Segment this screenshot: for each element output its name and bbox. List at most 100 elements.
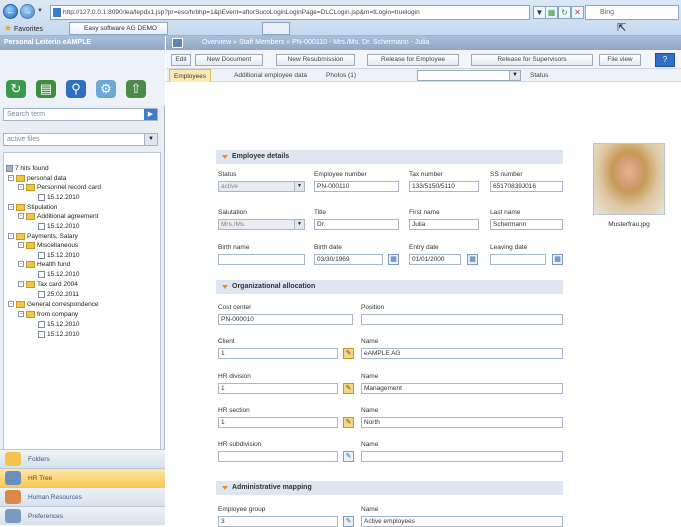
salutation-select[interactable]: Mrs./Ms. ▼ bbox=[218, 219, 305, 230]
tree-item[interactable]: - from company bbox=[18, 310, 78, 319]
tree-item[interactable]: 15.12.2010 bbox=[38, 193, 80, 202]
file-view-button[interactable]: File view bbox=[599, 54, 641, 66]
chevron-down-icon[interactable]: ▼ bbox=[294, 220, 304, 229]
chevron-down-icon[interactable]: ▼ bbox=[509, 71, 520, 80]
leaving-date-field[interactable] bbox=[490, 254, 546, 265]
help-button[interactable]: ? bbox=[655, 53, 675, 67]
collapse-icon[interactable]: - bbox=[18, 281, 24, 288]
new-document-button[interactable]: New Document bbox=[195, 54, 263, 66]
employee-photo[interactable] bbox=[593, 143, 665, 215]
tree-item[interactable]: 15.12.2010 bbox=[38, 270, 80, 279]
employee-group-name-field[interactable]: Active employees bbox=[361, 516, 563, 527]
forward-icon[interactable]: → bbox=[20, 4, 35, 19]
cost-center-field[interactable]: PN-000010 bbox=[218, 314, 353, 325]
tree-item[interactable]: 15.12.2010 bbox=[38, 320, 80, 329]
last-name-field[interactable]: Schermann bbox=[490, 219, 563, 230]
tab-select[interactable]: ▼ bbox=[417, 70, 521, 81]
address-bar[interactable]: http://127.0.0.1:8090/lea/lepdx1.jsp?pr=… bbox=[50, 5, 530, 20]
tree-item[interactable]: - Additional agreement bbox=[18, 212, 98, 221]
release-employee-button[interactable]: Release for Employee bbox=[367, 54, 459, 66]
tab-employees[interactable]: Employees bbox=[169, 69, 212, 82]
edit-button[interactable]: Edit bbox=[171, 54, 191, 66]
search-go-icon[interactable]: ▶ bbox=[144, 109, 157, 120]
history-dropdown-icon[interactable]: ▼ bbox=[37, 8, 43, 14]
back-icon[interactable]: ← bbox=[3, 4, 18, 19]
calendar-icon[interactable]: ▦ bbox=[467, 254, 478, 265]
collapse-icon[interactable]: - bbox=[8, 301, 14, 308]
birth-name-field[interactable] bbox=[218, 254, 305, 265]
tree-item[interactable]: 15.12.2010 bbox=[38, 330, 80, 339]
entry-date-field[interactable]: 01/01/2000 bbox=[409, 254, 461, 265]
client-field[interactable]: 1 bbox=[218, 348, 338, 359]
first-name-field[interactable]: Julia bbox=[409, 219, 479, 230]
search-term-input[interactable]: Search term ▶ bbox=[3, 108, 158, 121]
collapse-icon[interactable]: - bbox=[18, 242, 24, 249]
new-resubmission-button[interactable]: New Resubmission bbox=[276, 54, 355, 66]
hr-division-name-field[interactable]: Management bbox=[361, 383, 563, 394]
browser-search-input[interactable]: Bing bbox=[585, 5, 679, 20]
calendar-icon[interactable]: ▦ bbox=[552, 254, 563, 265]
collapse-icon[interactable]: - bbox=[8, 175, 14, 182]
lookup-icon[interactable]: ✎ bbox=[343, 348, 354, 359]
section-administrative-mapping[interactable]: Administrative mapping bbox=[216, 481, 563, 495]
tab-status[interactable]: Status bbox=[526, 69, 552, 82]
refresh-icon[interactable]: ↻ bbox=[558, 6, 571, 19]
tab-photos[interactable]: Photos (1) bbox=[322, 69, 360, 82]
collapse-icon[interactable]: - bbox=[8, 233, 14, 240]
section-employee-details[interactable]: Employee details bbox=[216, 150, 563, 164]
overview-icon[interactable] bbox=[172, 38, 183, 48]
lookup-icon[interactable]: ✎ bbox=[343, 451, 354, 462]
accordion-hr-tree[interactable]: HR Tree bbox=[0, 468, 165, 487]
hr-subdivision-field[interactable] bbox=[218, 451, 338, 462]
upload-tool-icon[interactable]: ⇧ bbox=[126, 80, 146, 98]
hr-division-field[interactable]: 1 bbox=[218, 383, 338, 394]
status-select[interactable]: active ▼ bbox=[218, 181, 305, 192]
tree-item[interactable]: - Payments, Salary bbox=[8, 232, 78, 241]
chevron-down-icon[interactable]: ▼ bbox=[144, 134, 157, 145]
settings-tool-icon[interactable]: ⚙ bbox=[96, 80, 116, 98]
accordion-preferences[interactable]: Preferences bbox=[0, 506, 165, 525]
tree-item[interactable]: 15.12.2010 bbox=[38, 222, 80, 231]
tree-item[interactable]: - Stipulation bbox=[8, 203, 57, 212]
hr-subdivision-name-field[interactable] bbox=[361, 451, 563, 462]
collapse-icon[interactable]: - bbox=[8, 204, 14, 211]
client-name-field[interactable]: eAMPLE AG bbox=[361, 348, 563, 359]
collapse-icon[interactable]: - bbox=[18, 261, 24, 268]
birth-date-field[interactable]: 03/30/1969 bbox=[314, 254, 383, 265]
tree-item[interactable]: - General correspondence bbox=[8, 300, 99, 309]
collapse-icon[interactable]: - bbox=[18, 311, 24, 318]
tree-item[interactable]: 25.02.2011 bbox=[38, 290, 79, 299]
employee-group-field[interactable]: 3 bbox=[218, 516, 338, 527]
refresh-tool-icon[interactable]: ↻ bbox=[6, 80, 26, 98]
tab-additional-employee-data[interactable]: Additional employee data bbox=[230, 69, 311, 82]
hr-section-field[interactable]: 1 bbox=[218, 417, 338, 428]
tree-item[interactable]: - Personnel record card bbox=[18, 183, 101, 192]
calendar-icon[interactable]: ▦ bbox=[388, 254, 399, 265]
compat-view-icon[interactable]: ▦ bbox=[545, 6, 558, 19]
new-tab-button[interactable] bbox=[262, 22, 290, 35]
ss-number-field[interactable]: 65170839J016 bbox=[490, 181, 563, 192]
lookup-icon[interactable]: ✎ bbox=[343, 417, 354, 428]
browser-tab[interactable]: Easy software AG DEMO bbox=[69, 22, 168, 35]
tree-item[interactable]: 15.12.2010 bbox=[38, 251, 80, 260]
lookup-icon[interactable]: ✎ bbox=[343, 516, 354, 527]
tax-number-field[interactable]: 133/5150/5110 bbox=[409, 181, 479, 192]
tree-item[interactable]: - Tax card 2004 bbox=[18, 280, 78, 289]
file-filter-select[interactable]: active files ▼ bbox=[3, 133, 158, 146]
hr-section-name-field[interactable]: North bbox=[361, 417, 563, 428]
lookup-icon[interactable]: ✎ bbox=[343, 383, 354, 394]
favorites-button[interactable]: ★ Favorites bbox=[4, 23, 43, 34]
accordion-human-resources[interactable]: Human Resources bbox=[0, 487, 165, 506]
position-field[interactable] bbox=[361, 314, 563, 325]
employee-number-field[interactable]: PN-000110 bbox=[314, 181, 399, 192]
breadcrumb-text[interactable]: Overview » Staff Members » PN-000110 - M… bbox=[202, 39, 429, 46]
stop-icon[interactable]: ✕ bbox=[571, 6, 584, 19]
tree-item[interactable]: - Health fund bbox=[18, 260, 70, 269]
accordion-folders[interactable]: Folders bbox=[0, 449, 165, 468]
title-field[interactable]: Dr. bbox=[314, 219, 399, 230]
release-supervisors-button[interactable]: Release for Supervisors bbox=[471, 54, 593, 66]
section-organizational-allocation[interactable]: Organizational allocation bbox=[216, 280, 563, 294]
search-tool-icon[interactable]: ⚲ bbox=[66, 80, 86, 98]
card-tool-icon[interactable]: ▤ bbox=[36, 80, 56, 98]
collapse-icon[interactable]: - bbox=[18, 184, 24, 191]
